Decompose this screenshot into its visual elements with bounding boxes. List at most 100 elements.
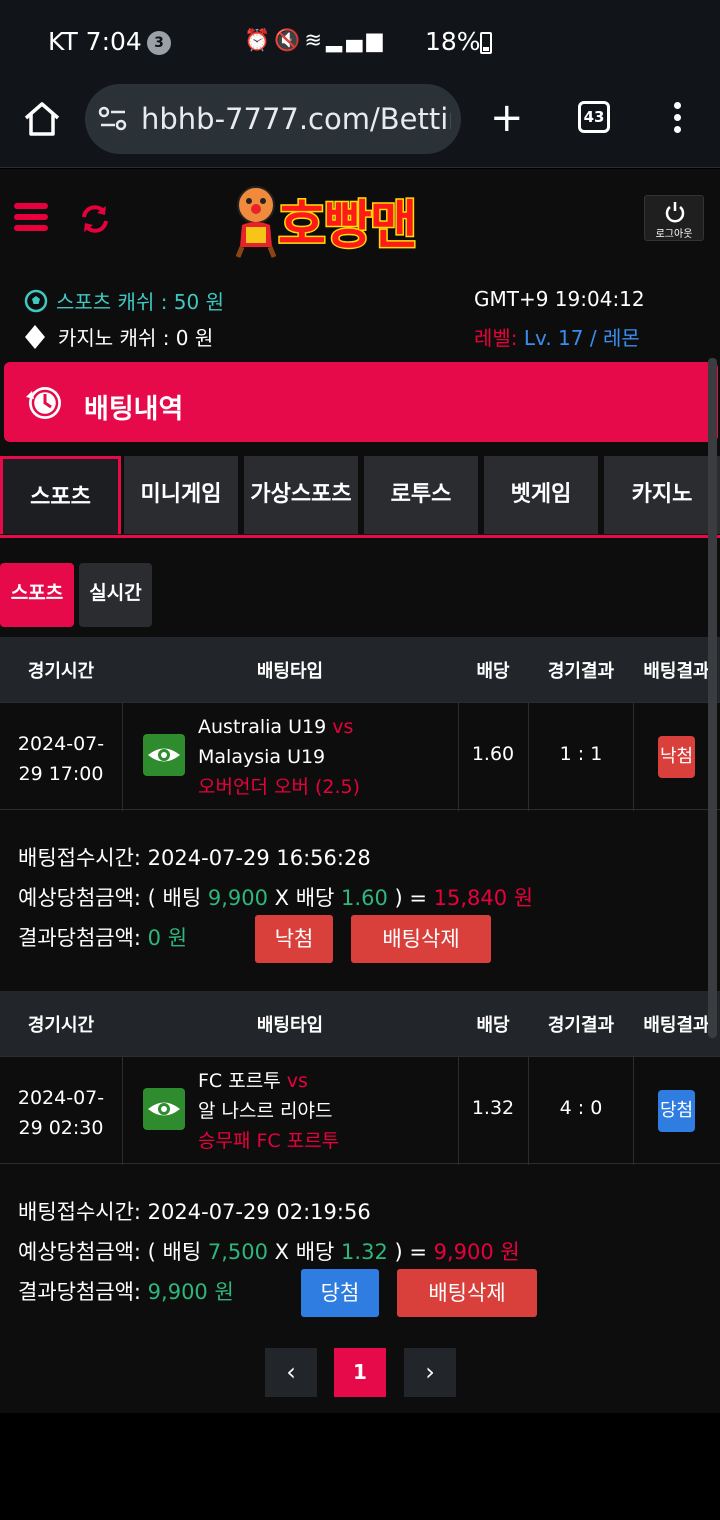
match-date: 2024-07- [17, 733, 105, 755]
browser-toolbar: hbhb-7777.com/Bettin + 43 [0, 84, 720, 168]
eye-icon[interactable] [143, 1088, 185, 1130]
tab-casino[interactable]: 카지노 [604, 456, 720, 534]
header-bet-type: 배팅타입 [256, 1015, 324, 1036]
sports-cash-text: 스포츠 캐쉬 : 50 원 [56, 290, 225, 314]
payout-label: 결과당첨금액: [18, 1280, 148, 1304]
bet-teams: Australia U19 vs Malaysia U19 오버언더 오버 (2… [198, 712, 456, 802]
mascot-icon [235, 186, 277, 258]
home-team: Australia U19 [198, 716, 327, 738]
status-icons: ⏰🔇≋▂▄▆ [244, 28, 386, 53]
header-bet-result: 배팅결과 [643, 661, 710, 682]
tab-sports[interactable]: 스포츠 [0, 456, 121, 534]
vs-label: vs [332, 716, 354, 738]
prev-page-button[interactable]: ‹ [265, 1348, 317, 1397]
page-title-bar: 배팅내역 [4, 362, 718, 442]
odds-detail: 1.60 [341, 886, 388, 910]
match-score: 1 : 1 [559, 743, 603, 765]
home-icon[interactable] [22, 100, 62, 140]
site-settings-icon[interactable] [97, 104, 129, 134]
payout-label: 결과당첨금액: [18, 926, 148, 950]
refresh-icon[interactable] [78, 202, 112, 236]
expected-amount: 15,840 원 [433, 886, 534, 910]
bet-teams: FC 포르투 vs 알 나스르 리야드 승무패 FC 포르투 [198, 1066, 456, 1156]
logo-text: 호빵맨 [277, 195, 420, 258]
equals-label: ) = [387, 1240, 434, 1264]
table-row: 2024-07- 29 02:30 FC 포르투 vs 알 나스르 리야드 승무패… [0, 1056, 720, 1165]
site-header: 호빵맨 로그아웃 [0, 169, 720, 274]
expected-label: 예상당첨금액: ( 배팅 [18, 886, 208, 910]
x-label: X 배당 [267, 1240, 342, 1264]
alarm-icon: ⏰ [244, 28, 275, 52]
main-tabs: 스포츠 미니게임 가상스포츠 로투스 벳게임 카지노 [0, 454, 720, 538]
header-match-result: 경기결과 [547, 661, 615, 682]
address-bar[interactable]: hbhb-7777.com/Bettin [85, 84, 461, 154]
result-win-button[interactable]: 당첨 [301, 1269, 379, 1317]
page-1-button[interactable]: 1 [334, 1348, 386, 1397]
page-title: 배팅내역 [84, 394, 184, 425]
status-badge: 낙첨 [658, 736, 695, 778]
header-time: 경기시간 [27, 1015, 95, 1036]
vs-label: vs [286, 1070, 308, 1092]
scrollbar[interactable] [708, 358, 717, 1038]
odds-value: 1.32 [471, 1097, 515, 1119]
diamond-icon [25, 325, 45, 349]
match-hour: 29 17:00 [18, 763, 104, 785]
user-level: 레벨: Lv. 17 / 레몬 [474, 322, 640, 351]
result-lose-button[interactable]: 낙첨 [255, 915, 333, 963]
tab-virtual-sports[interactable]: 가상스포츠 [244, 456, 358, 534]
x-label: X 배당 [267, 886, 342, 910]
odds-value: 1.60 [471, 743, 515, 765]
match-score: 4 : 0 [559, 1097, 603, 1119]
header-odds: 배당 [476, 661, 510, 682]
betting-history-content: 배팅내역 스포츠 미니게임 가상스포츠 로투스 벳게임 카지노 스포츠 실시간 … [0, 358, 720, 1413]
tab-betgame[interactable]: 벳게임 [484, 456, 598, 534]
notification-count-badge: 3 [147, 31, 171, 55]
payout-amount: 9,900 원 [147, 1280, 234, 1304]
match-time: 2024-07- 29 17:00 [0, 729, 122, 789]
next-page-button[interactable]: › [404, 1348, 456, 1397]
soccer-ball-icon [24, 289, 48, 313]
site-logo[interactable]: 호빵맨 [232, 183, 494, 259]
delete-bet-button[interactable]: 배팅삭제 [351, 915, 491, 963]
bet-pick: 오버언더 오버 (2.5) [198, 776, 361, 798]
subtab-sports[interactable]: 스포츠 [0, 563, 74, 627]
sports-cash: 스포츠 캐쉬 : 50 원 [24, 286, 224, 315]
more-menu-icon[interactable] [670, 102, 684, 136]
odds-detail: 1.32 [341, 1240, 388, 1264]
header-bet-result: 배팅결과 [643, 1015, 710, 1036]
payout-amount: 0 원 [147, 926, 188, 950]
delete-bet-button[interactable]: 배팅삭제 [397, 1269, 537, 1317]
expected-amount: 9,900 원 [433, 1240, 520, 1264]
equals-label: ) = [387, 886, 434, 910]
away-team: Malaysia U19 [198, 746, 326, 768]
hamburger-menu-icon[interactable] [14, 203, 48, 235]
logout-button[interactable]: 로그아웃 [644, 195, 704, 241]
tab-minigame[interactable]: 미니게임 [124, 456, 238, 534]
header-time: 경기시간 [27, 661, 95, 682]
account-info: 스포츠 캐쉬 : 50 원 카지노 캐쉬 : 0 원 GMT+9 19:04:1… [0, 274, 720, 358]
tab-lotus[interactable]: 로투스 [364, 456, 478, 534]
signal-icon: ▂▄▆ [325, 28, 387, 52]
status-time: KT 7:04 [48, 27, 142, 56]
match-hour: 29 02:30 [18, 1117, 104, 1139]
eye-icon[interactable] [143, 734, 185, 776]
match-time: 2024-07- 29 02:30 [0, 1083, 122, 1143]
server-time: GMT+9 19:04:12 [474, 287, 645, 311]
new-tab-icon[interactable]: + [490, 98, 524, 138]
tab-switcher-button[interactable]: 43 [578, 101, 610, 133]
header-match-result: 경기결과 [547, 1015, 615, 1036]
away-team: 알 나스르 리야드 [198, 1100, 333, 1122]
battery-percent: 18% [425, 27, 481, 56]
received-label: 배팅접수시간: [18, 1200, 148, 1224]
status-bar: KT 7:04 3 ⏰🔇≋▂▄▆ 18% [0, 0, 720, 84]
received-time: 2024-07-29 02:19:56 [147, 1200, 371, 1224]
expected-label: 예상당첨금액: ( 배팅 [18, 1240, 208, 1264]
level-label: 레벨: [474, 326, 524, 350]
subtab-live[interactable]: 실시간 [79, 563, 152, 627]
casino-cash: 카지노 캐쉬 : 0 원 [24, 322, 213, 351]
stake-amount: 9,900 [207, 886, 268, 910]
bet-table-header: 경기시간 배팅타입 배당 경기결과 배팅결과 [0, 991, 720, 1056]
match-date: 2024-07- [17, 1087, 105, 1109]
header-bet-type: 배팅타입 [256, 661, 324, 682]
home-team: FC 포르투 [198, 1070, 281, 1092]
